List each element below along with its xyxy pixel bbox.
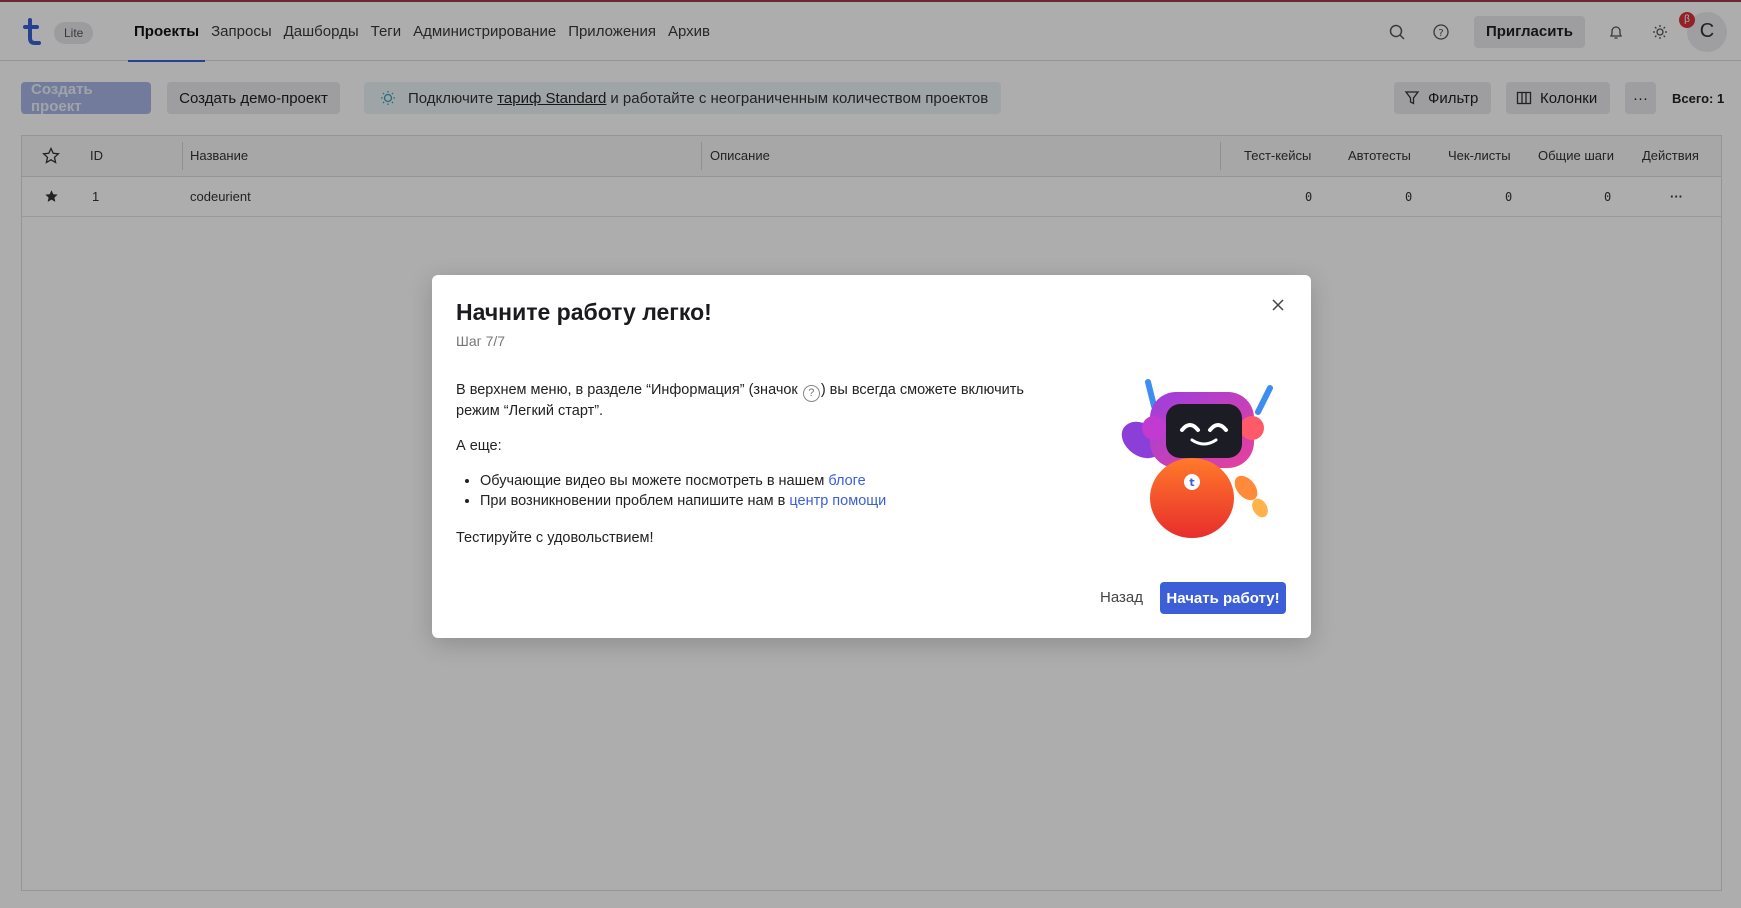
robot-mascot-illustration: t [1121,379,1273,538]
list-item: При возникновении проблем напишите нам в… [480,492,1056,511]
tip-text: Обучающие видео вы можете посмотреть в н… [480,473,825,489]
dialog-title: Начните работу легко! [456,299,712,325]
blog-link[interactable]: блоге [828,473,865,489]
start-work-button[interactable]: Начать работу! [1160,582,1286,614]
help-icon: ? [802,385,820,402]
dialog-body: В верхнем меню, в разделе “Информация” (… [456,381,1056,564]
also-label: А еще: [456,438,502,454]
dialog-step: Шаг 7/7 [456,333,506,349]
onboarding-dialog: Начните работу легко! Шаг 7/7 В верхнем … [432,275,1311,638]
back-button[interactable]: Назад [1092,582,1151,614]
help-center-link[interactable]: центр помощи [789,493,886,509]
svg-text:t: t [1189,476,1194,489]
tips-list: Обучающие видео вы можете посмотреть в н… [480,472,1056,511]
tip-text: При возникновении проблем напишите нам в [480,493,786,509]
closing-text: Тестируйте с удовольствием! [456,530,654,546]
list-item: Обучающие видео вы можете посмотреть в н… [480,472,1056,491]
info-text-start: В верхнем меню, в разделе “Информация” (… [456,382,798,398]
close-icon[interactable] [1268,295,1288,315]
info-paragraph: В верхнем меню, в разделе “Информация” (… [456,381,1056,421]
